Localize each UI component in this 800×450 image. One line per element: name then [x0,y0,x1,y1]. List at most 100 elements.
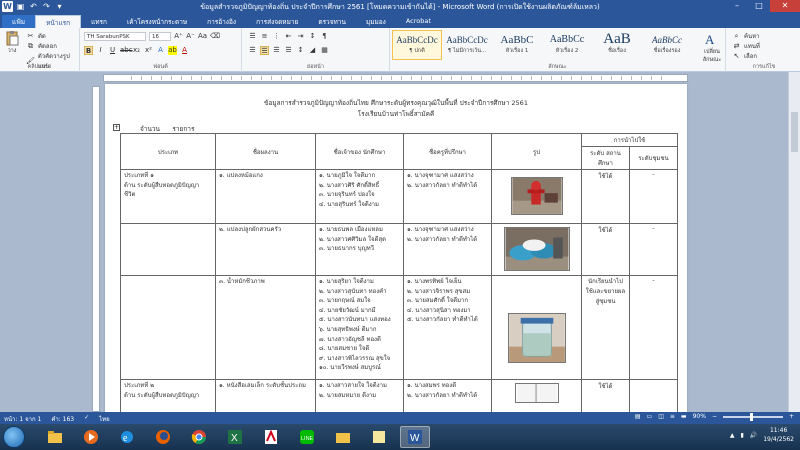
tab-insert[interactable]: แทรก [81,15,117,28]
style-heading-2[interactable]: AaBbCc หัวเรื่อง 2 [542,30,592,60]
save-icon[interactable]: ▣ [15,1,26,12]
increase-indent-icon[interactable]: ⇥ [296,32,305,41]
category-cell[interactable]: ประเภทที่ ๑ ด้าน ระดับผู้สืบทอดภูมิปัญญา… [120,169,216,224]
owner-cell[interactable]: ๑. นายภูมิใจ ใจดีมาก ๒. นางสาวศิริ ศักดิ… [315,169,404,224]
page-indicator[interactable]: หน้า: 1 จาก 1 [4,414,41,424]
image-cell[interactable] [491,379,582,414]
vertical-ruler[interactable] [92,86,100,412]
book-photo[interactable] [514,383,559,403]
zoom-slider[interactable] [722,412,783,421]
zoom-in-icon[interactable]: + [789,413,794,420]
redo-icon[interactable]: ↷ [41,1,52,12]
style-title[interactable]: AaB ชื่อเรื่อง [592,30,642,60]
word-taskbar-icon[interactable]: W [400,426,430,448]
customize-qat-icon[interactable]: ▾ [54,1,65,12]
zoom-knob[interactable] [749,412,753,421]
close-button[interactable]: ✕ [770,0,800,12]
excel-icon[interactable]: X [220,426,250,448]
shading-icon[interactable]: ◢ [308,46,317,55]
language-indicator[interactable]: ไทย [99,414,110,424]
person-cell[interactable]: ๑. นางสมพร ทองดี ๒. นางสาวกัลยา ทำดีทำได… [403,379,492,414]
print-layout-icon[interactable]: ▤ [635,413,641,420]
outline-icon[interactable]: ≡ [670,413,675,420]
proofing-icon[interactable]: ✓ [84,414,89,424]
image-cell[interactable] [491,169,582,224]
sort-icon[interactable]: ↕ [308,32,317,41]
style-heading-1[interactable]: AaBbC หัวเรื่อง 1 [492,30,542,60]
show-hidden-icons-icon[interactable]: ▲ [730,432,735,439]
align-left-icon[interactable]: ☰ [248,46,257,55]
decrease-indent-icon[interactable]: ⇤ [284,32,293,41]
name-cell[interactable]: ๒. แปลงปลูกผักสวนครัว [215,223,316,276]
tab-file[interactable]: แฟ้ม [2,15,36,28]
name-cell[interactable]: ๑. หนังสือเล่มเล็ก ระดับชั้นประถม [215,379,316,414]
usage-school-cell[interactable]: ใช้ได้ [581,169,630,224]
category-cell[interactable] [120,223,216,276]
usage-school-cell[interactable]: นักเรียนนำไปใช้และขยายผลสู่ชุมชน [581,275,630,380]
person-cell[interactable]: ๑. นางจุฑามาศ แสงสว่าง ๒. นางสาวกัลยา ทำ… [403,223,492,276]
subscript-button[interactable]: x₂ [132,46,141,55]
copy-button[interactable]: ⧉ คัดลอก [26,41,57,51]
multilevel-list-icon[interactable]: ⋮ [272,32,281,41]
shrink-font-icon[interactable]: A⁻ [186,32,195,41]
show-marks-icon[interactable]: ¶ [320,32,329,41]
name-cell[interactable]: ๓. น้ำหมักชีวภาพ [215,275,316,380]
font-name-select[interactable]: TH SarabunPSK [84,32,146,41]
select-button[interactable]: ↖ เลือก [732,51,757,61]
minimize-button[interactable]: – [726,0,748,12]
file-explorer-icon[interactable] [40,426,70,448]
tab-references[interactable]: การอ้างอิง [197,15,246,28]
recycled-bottles-photo[interactable] [503,227,570,271]
bold-button[interactable]: B [84,46,93,55]
italic-button[interactable]: I [96,46,105,55]
font-color-icon[interactable]: A [180,46,189,55]
usage-school-cell[interactable]: ใช้ได้ [581,223,630,276]
replace-button[interactable]: ⇄ แทนที่ [732,41,760,51]
internet-explorer-icon[interactable]: e [112,426,142,448]
maximize-button[interactable]: □ [748,0,770,12]
change-styles-button[interactable]: A เปลี่ยนลักษณะ [700,31,724,64]
usage-community-cell[interactable] [629,379,678,414]
style-no-spacing[interactable]: AaBbCcDc ¶ ไม่มีการเว้น... [442,30,492,60]
change-case-icon[interactable]: Aa [198,32,207,41]
zoom-level[interactable]: 90% [693,413,706,420]
style-normal[interactable]: AaBbCcDc ¶ ปกติ [392,30,442,60]
fire-hydrant-photo[interactable] [510,177,563,215]
image-cell[interactable] [491,275,582,380]
superscript-button[interactable]: x² [144,46,153,55]
zoom-out-icon[interactable]: − [712,413,717,420]
category-cell[interactable]: ประเภทที่ ๒ ด้าน ระดับผู้สืบทอดภูมิปัญญา [120,379,216,414]
horizontal-ruler[interactable] [103,74,688,82]
text-effects-icon[interactable]: A [156,46,165,55]
numbering-icon[interactable]: ≡ [260,32,269,41]
usage-community-cell[interactable]: - [629,169,678,224]
owner-cell[interactable]: ๑. นางสาวสายใจ ใจดีงาม ๒. นายสมหมาย ดีงา… [315,379,404,414]
align-right-icon[interactable]: ☰ [272,46,281,55]
volume-icon[interactable]: 🔊 [750,432,757,439]
tab-view[interactable]: มุมมอง [356,15,396,28]
undo-icon[interactable]: ↶ [28,1,39,12]
draft-icon[interactable]: ▬ [681,413,687,420]
cut-button[interactable]: ✂ ตัด [26,31,46,41]
owner-cell[interactable]: ๑. นายสุริยา ใจดีงาม ๒. นางสาวสุนันทา ทอ… [315,275,404,380]
fermented-jar-photo[interactable] [507,313,566,363]
word-logo-icon[interactable]: W [2,1,13,12]
word-count[interactable]: คำ: 163 [51,414,74,424]
media-player-icon[interactable] [76,426,106,448]
firefox-icon[interactable] [148,426,178,448]
bullets-icon[interactable]: ☰ [248,32,257,41]
justify-icon[interactable]: ☰ [284,46,293,55]
style-subtitle[interactable]: AaBbCc ชื่อเรื่องรอง [642,30,692,60]
image-cell[interactable] [491,223,582,276]
web-layout-icon[interactable]: ◫ [658,413,664,420]
usage-community-cell[interactable]: - [629,275,678,380]
strikethrough-button[interactable]: abc [120,46,133,55]
tab-acrobat[interactable]: Acrobat [396,15,441,28]
usage-community-cell[interactable]: - [629,223,678,276]
highlight-icon[interactable]: ab [168,46,177,55]
full-screen-icon[interactable]: ▭ [647,413,653,420]
line-spacing-icon[interactable]: ↕ [296,46,305,55]
name-cell[interactable]: ๑. แปลงหม้อแกง [215,169,316,224]
clock[interactable]: 11:46 19/4/2562 [763,426,794,444]
tab-review[interactable]: ตรวจทาน [308,15,356,28]
